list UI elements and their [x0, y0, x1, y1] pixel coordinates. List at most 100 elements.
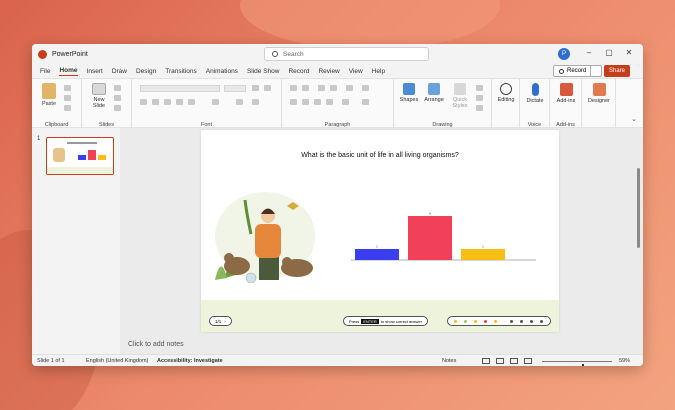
quick-styles-button[interactable]: Quick Styles	[448, 83, 472, 109]
addins-button[interactable]: Add-ins	[552, 83, 580, 104]
language-status[interactable]: English (United Kingdom)	[86, 358, 148, 364]
highlight-icon[interactable]	[236, 99, 243, 105]
layout-icon[interactable]	[114, 85, 121, 91]
format-painter-icon[interactable]	[64, 105, 71, 111]
maximize-button[interactable]: ▢	[604, 48, 614, 57]
stat-icon	[454, 320, 457, 323]
collapse-ribbon-icon[interactable]: ⌄	[631, 115, 637, 123]
cut-icon[interactable]	[64, 85, 71, 91]
slide-thumbnail[interactable]	[46, 137, 114, 175]
designer-button[interactable]: Designer	[584, 83, 614, 104]
slide-sorter-icon[interactable]	[496, 358, 504, 364]
response-stats-bar[interactable]	[447, 316, 551, 326]
editing-group: Editing	[492, 79, 520, 129]
text-direction-icon[interactable]	[362, 85, 369, 91]
shapes-button[interactable]: Shapes	[398, 83, 420, 103]
zoom-slider[interactable]	[542, 361, 612, 366]
character-spacing-icon[interactable]	[212, 99, 219, 105]
zoom-level[interactable]: 59%	[619, 358, 630, 364]
new-slide-button[interactable]: New Slide	[88, 83, 110, 109]
shape-fill-icon[interactable]	[476, 85, 483, 91]
align-right-icon[interactable]	[314, 99, 321, 105]
tab-record[interactable]: Record	[288, 68, 309, 75]
shape-effects-icon[interactable]	[476, 105, 483, 111]
slides-group: New Slide Slides	[82, 79, 132, 129]
tab-help[interactable]: Help	[372, 68, 385, 75]
shape-outline-icon[interactable]	[476, 95, 483, 101]
numbering-icon[interactable]	[302, 85, 309, 91]
slide-question[interactable]: What is the basic unit of life in all li…	[201, 152, 559, 159]
reset-icon[interactable]	[114, 95, 121, 101]
justify-icon[interactable]	[326, 99, 333, 105]
slide-thumbnail-number: 1	[37, 136, 41, 142]
align-text-icon[interactable]	[362, 99, 369, 105]
user-avatar[interactable]: P	[558, 48, 570, 60]
bold-icon[interactable]	[140, 99, 147, 105]
zoom-slider-thumb[interactable]	[582, 364, 585, 366]
stat-icon	[510, 320, 513, 323]
accessibility-status[interactable]: Accessibility: Investigate	[157, 358, 223, 364]
tab-slide-show[interactable]: Slide Show	[247, 68, 280, 75]
search-placeholder[interactable]: Search	[283, 51, 304, 58]
new-slide-icon	[92, 83, 106, 95]
section-icon[interactable]	[114, 105, 121, 111]
close-button[interactable]: ✕	[624, 48, 634, 57]
decrease-font-icon[interactable]	[264, 85, 271, 91]
comments-button[interactable]	[590, 65, 602, 77]
tab-review[interactable]: Review	[318, 68, 339, 75]
slideshow-icon[interactable]	[524, 358, 532, 364]
tab-insert[interactable]: Insert	[87, 68, 103, 75]
tab-design[interactable]: Design	[136, 68, 156, 75]
record-button[interactable]: Record	[553, 65, 593, 77]
copy-icon[interactable]	[64, 95, 71, 101]
decrease-indent-icon[interactable]	[318, 85, 325, 91]
search-box[interactable]: Search	[264, 47, 429, 61]
slide-pager[interactable]: 1/1 ›	[209, 316, 232, 326]
notes-button[interactable]: Notes	[442, 358, 456, 364]
minimize-button[interactable]: –	[584, 48, 594, 57]
subscript-icon[interactable]	[188, 99, 195, 105]
font-size-select[interactable]	[224, 85, 246, 92]
reading-view-icon[interactable]	[510, 358, 518, 364]
app-name: PowerPoint	[52, 50, 88, 58]
normal-view-icon[interactable]	[482, 358, 490, 364]
align-left-icon[interactable]	[290, 99, 297, 105]
vertical-scrollbar[interactable]	[637, 168, 640, 248]
slide-canvas[interactable]: What is the basic unit of life in all li…	[201, 130, 559, 332]
increase-font-icon[interactable]	[252, 85, 259, 91]
voice-group: Dictate Voice	[520, 79, 550, 129]
stat-icon	[530, 320, 533, 323]
increase-indent-icon[interactable]	[330, 85, 337, 91]
tab-view[interactable]: View	[349, 68, 363, 75]
font-group: Font	[132, 79, 282, 129]
bullets-icon[interactable]	[290, 85, 297, 91]
font-name-select[interactable]	[140, 85, 220, 92]
editing-button[interactable]: Editing	[494, 83, 518, 103]
italic-icon[interactable]	[152, 99, 159, 105]
line-spacing-icon[interactable]	[346, 85, 353, 91]
chart-value-label: 1	[482, 245, 484, 249]
notes-placeholder[interactable]: Click to add notes	[128, 341, 184, 348]
paste-button[interactable]: Paste	[38, 83, 60, 107]
tab-draw[interactable]: Draw	[112, 68, 127, 75]
align-center-icon[interactable]	[302, 99, 309, 105]
chart-bar	[461, 249, 505, 260]
strikethrough-icon[interactable]	[176, 99, 183, 105]
quick-styles-icon	[454, 83, 466, 95]
tab-transitions[interactable]: Transitions	[165, 68, 197, 75]
enter-hint[interactable]: Press ENTER to show correct answer	[343, 316, 428, 326]
slide-thumbnail-pane: 1	[32, 128, 120, 354]
tab-animations[interactable]: Animations	[206, 68, 238, 75]
stat-icon	[464, 320, 467, 323]
columns-icon[interactable]	[342, 99, 349, 105]
underline-icon[interactable]	[164, 99, 171, 105]
stat-icon	[520, 320, 523, 323]
tab-home[interactable]: Home	[59, 67, 78, 76]
share-button[interactable]: Share	[604, 65, 631, 77]
record-icon	[559, 68, 564, 74]
dictate-button[interactable]: Dictate	[522, 83, 548, 104]
tab-file[interactable]: File	[40, 68, 50, 75]
font-color-icon[interactable]	[252, 99, 259, 105]
thumbnail-bar	[88, 150, 96, 160]
arrange-button[interactable]: Arrange	[422, 83, 446, 103]
